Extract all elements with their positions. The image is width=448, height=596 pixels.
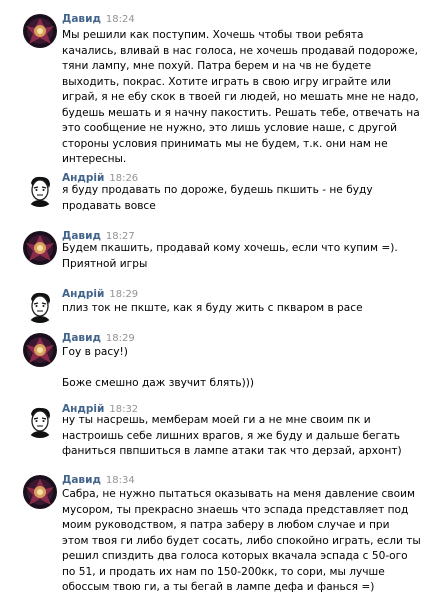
- david-avatar-icon: [23, 231, 57, 265]
- david-avatar-icon: [23, 14, 57, 48]
- text-line: по 51, и продать их нам по 150-200кк, то…: [62, 565, 385, 578]
- text-line: выходить, покрас. Хотите играть в свою и…: [62, 75, 392, 88]
- text-line: [62, 361, 442, 377]
- message-time: 18:29: [109, 289, 139, 300]
- avatar[interactable]: [23, 173, 57, 207]
- author-name[interactable]: Андрій: [62, 288, 104, 300]
- message-text: Будем пкашить, продавай кому хочешь, есл…: [62, 241, 442, 272]
- text-line: продавать вовсе: [62, 199, 156, 212]
- david-avatar-icon: [23, 333, 57, 367]
- avatar[interactable]: [23, 404, 57, 438]
- message-text: Мы решили как поступим. Хочешь чтобы тво…: [62, 28, 442, 168]
- author-name[interactable]: Давид: [62, 474, 101, 486]
- text-line: Сабра, не нужно пытаться оказывать на ме…: [62, 488, 415, 500]
- text-line: ну ты насрешь, мемберам моей ги а не мне…: [62, 414, 371, 426]
- message-time: 18:24: [105, 14, 135, 25]
- text-line: Приятной игры: [62, 257, 148, 270]
- avatar[interactable]: [23, 14, 57, 48]
- text-line: я буду продавать по дороже, будешь пкшит…: [62, 184, 373, 196]
- message-header: Давид 18:34: [62, 473, 135, 488]
- andrii-avatar-icon: [23, 404, 57, 438]
- text-line: Боже смешно даж звучит блять))): [62, 377, 255, 389]
- text-line: стороны условия принимать мы не будем, т…: [62, 137, 388, 150]
- text-line: качались, вливай в нас голоса, не хочешь…: [62, 44, 418, 57]
- text-line: фаниться пвпшиться в лампе атаки так что…: [62, 445, 402, 457]
- avatar[interactable]: [23, 475, 57, 509]
- author-name[interactable]: Давид: [62, 332, 101, 344]
- message-text: я буду продавать по дороже, будешь пкшит…: [62, 183, 442, 214]
- text-line: моим руководством, я патра заберу в любо…: [62, 519, 390, 531]
- text-line: этом твоя ги либо будет сосать, либо спо…: [62, 534, 421, 547]
- text-line: мусором, ты прекрасно знаешь что эспада …: [62, 503, 409, 516]
- text-line: тяни лампу, мне похуй. Патра берем и на …: [62, 60, 372, 72]
- avatar[interactable]: [23, 231, 57, 265]
- message-text: плиз ток не пкште, как я буду жить с пкв…: [62, 301, 442, 317]
- david-avatar-icon: [23, 475, 57, 509]
- avatar[interactable]: [23, 289, 57, 323]
- andrii-avatar-icon: [23, 289, 57, 323]
- text-line: Мы решили как поступим. Хочешь чтобы тво…: [62, 29, 364, 41]
- message-text: ну ты насрешь, мемберам моей ги а не мне…: [62, 413, 442, 460]
- message-time: 18:29: [105, 333, 135, 344]
- text-line: обоссым твою ги, а ты бегай в лампе дефа…: [62, 581, 375, 593]
- author-name[interactable]: Давид: [62, 13, 101, 25]
- text-line: Будем пкашить, продавай кому хочешь, есл…: [62, 242, 398, 254]
- text-line: настроишь себе лишних врагов, я же буду …: [62, 429, 400, 442]
- text-line: решил спиздить два голоса которых вкачал…: [62, 550, 408, 562]
- text-line: плиз ток не пкште, как я буду жить с пкв…: [62, 302, 363, 314]
- message-text: Сабра, не нужно пытаться оказывать на ме…: [62, 487, 442, 596]
- text-line: интересны.: [62, 153, 127, 165]
- message-header: Давид 18:24: [62, 12, 135, 27]
- message-header: Давид 18:29: [62, 331, 135, 346]
- text-line: будешь мешать и я начну пакостить. Решат…: [62, 106, 420, 119]
- avatar[interactable]: [23, 333, 57, 367]
- message-time: 18:34: [105, 475, 135, 486]
- message-header: Андрій 18:29: [62, 287, 138, 302]
- message-text: Гоу в расу!) Боже смешно даж звучит блят…: [62, 345, 442, 392]
- text-line: это сообщение не нужно, это лишь условие…: [62, 122, 398, 134]
- text-line: Гоу в расу!): [62, 346, 128, 358]
- andrii-avatar-icon: [23, 173, 57, 207]
- text-line: играй, я не ебу скок в твоей ги людей, н…: [62, 91, 419, 103]
